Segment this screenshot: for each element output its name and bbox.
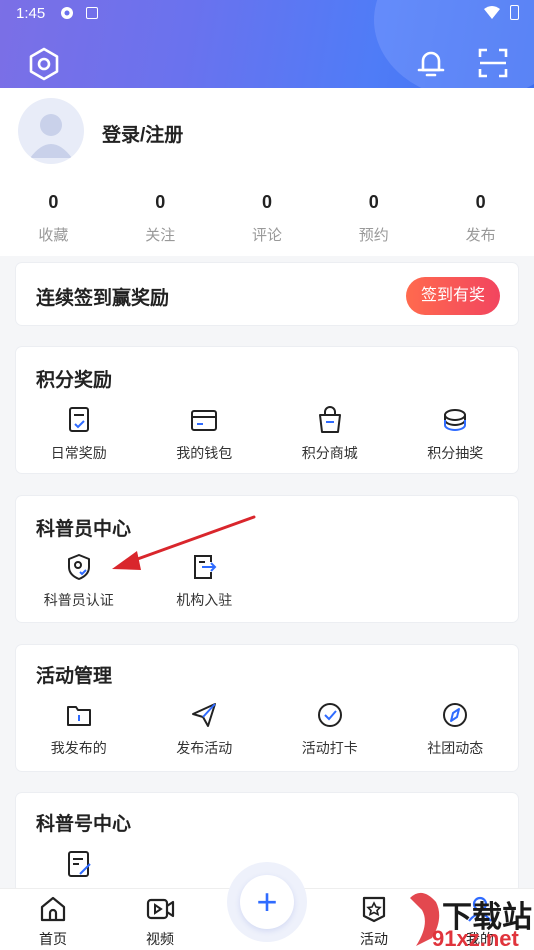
stat-comments[interactable]: 0 评论 <box>214 192 321 252</box>
activity-management-title: 活动管理 <box>36 666 113 687</box>
signin-card: 连续签到赢奖励 签到有奖 <box>16 263 518 325</box>
notification-bell-icon[interactable] <box>414 46 448 80</box>
battery-icon <box>510 5 519 20</box>
stat-reservations[interactable]: 0 预约 <box>320 192 427 252</box>
shield-user-icon <box>67 554 90 580</box>
publish-plus-button[interactable]: + <box>240 875 294 929</box>
app-notification-icon <box>61 7 73 19</box>
stat-label: 收藏 <box>38 227 69 244</box>
signin-reward-button[interactable]: 签到有奖 <box>406 277 500 315</box>
stat-count: 0 <box>475 192 486 212</box>
stat-count: 0 <box>368 192 379 212</box>
activity-management-card: 活动管理 我发布的 发布活动 活动打卡 社团动态 <box>16 645 518 771</box>
account-edit-item[interactable] <box>16 849 142 879</box>
status-bar: 1:45 <box>0 0 534 28</box>
daily-reward-item[interactable]: 日常奖励 <box>16 405 142 463</box>
points-card: 积分奖励 日常奖励 我的钱包 积分商城 积分抽奖 <box>16 347 518 473</box>
cell-label: 活动打卡 <box>301 740 358 756</box>
stat-count: 0 <box>155 192 166 212</box>
folder-icon <box>66 706 91 726</box>
stat-following[interactable]: 0 关注 <box>107 192 214 252</box>
my-wallet-item[interactable]: 我的钱包 <box>142 405 268 463</box>
check-circle-icon <box>317 703 342 727</box>
stat-label: 关注 <box>145 227 176 244</box>
compass-icon <box>443 703 468 727</box>
science-center-card: 科普员中心 科普员认证 机构入驻 <box>16 496 518 622</box>
paper-plane-icon <box>192 703 217 727</box>
login-register-link[interactable]: 登录/注册 <box>102 120 183 147</box>
stat-count: 0 <box>48 192 59 212</box>
points-grid: 日常奖励 我的钱包 积分商城 积分抽奖 <box>16 405 518 463</box>
cell-label: 发布活动 <box>176 740 233 756</box>
enter-door-icon <box>194 555 217 579</box>
science-certification-item[interactable]: 科普员认证 <box>16 552 142 610</box>
points-lottery-item[interactable]: 积分抽奖 <box>393 405 519 463</box>
avatar[interactable] <box>18 98 84 164</box>
wifi-icon <box>484 6 500 19</box>
tab-video[interactable]: 视频 <box>120 893 200 949</box>
activity-flag-icon <box>362 896 386 923</box>
science-grid: 科普员认证 机构入驻 <box>16 552 518 610</box>
stat-label: 评论 <box>251 227 282 244</box>
header-bar: 1:45 <box>0 0 534 88</box>
tab-home[interactable]: 首页 <box>13 893 93 949</box>
stat-count: 0 <box>261 192 272 212</box>
shopping-bag-icon <box>318 406 341 433</box>
institution-join-item[interactable]: 机构入驻 <box>142 552 268 610</box>
profile-section: 登录/注册 0 收藏 0 关注 0 评论 0 预约 0 发布 <box>0 88 534 256</box>
wallet-icon <box>191 410 218 431</box>
stat-posts[interactable]: 0 发布 <box>427 192 534 252</box>
points-mall-item[interactable]: 积分商城 <box>267 405 393 463</box>
tab-label: 视频 <box>146 931 174 947</box>
stat-label: 预约 <box>358 227 389 244</box>
cell-label: 社团动态 <box>427 740 484 756</box>
cell-label: 我的钱包 <box>176 445 233 461</box>
activity-checkin-item[interactable]: 活动打卡 <box>267 700 393 758</box>
cell-label: 积分商城 <box>301 445 358 461</box>
status-time: 1:45 <box>16 5 46 22</box>
my-published-item[interactable]: 我发布的 <box>16 700 142 758</box>
signin-title: 连续签到赢奖励 <box>36 288 170 309</box>
stat-favorites[interactable]: 0 收藏 <box>0 192 107 252</box>
activity-grid: 我发布的 发布活动 活动打卡 社团动态 <box>16 700 518 758</box>
cell-label: 我发布的 <box>50 740 107 756</box>
coins-icon <box>444 409 467 431</box>
science-account-title: 科普号中心 <box>36 814 132 835</box>
cell-label: 科普员认证 <box>43 592 114 608</box>
cell-label: 日常奖励 <box>50 445 107 461</box>
publish-activity-item[interactable]: 发布活动 <box>142 700 268 758</box>
stat-label: 发布 <box>465 227 496 244</box>
settings-icon[interactable] <box>26 46 62 82</box>
video-camera-icon <box>146 898 175 920</box>
home-icon <box>40 896 66 922</box>
cell-label: 机构入驻 <box>176 592 233 608</box>
science-center-title: 科普员中心 <box>36 519 132 540</box>
stats-row: 0 收藏 0 关注 0 评论 0 预约 0 发布 <box>0 192 534 252</box>
cell-label: 积分抽奖 <box>427 445 484 461</box>
app-notification-icon-2 <box>86 7 98 19</box>
club-news-item[interactable]: 社团动态 <box>393 700 519 758</box>
watermark-url: 91xz.net <box>432 926 519 950</box>
avatar-placeholder-icon <box>30 114 72 158</box>
points-title: 积分奖励 <box>36 370 113 391</box>
edit-document-icon <box>67 851 91 877</box>
tab-label: 首页 <box>39 931 67 947</box>
daily-reward-icon <box>68 407 89 432</box>
scan-icon[interactable] <box>476 46 510 80</box>
